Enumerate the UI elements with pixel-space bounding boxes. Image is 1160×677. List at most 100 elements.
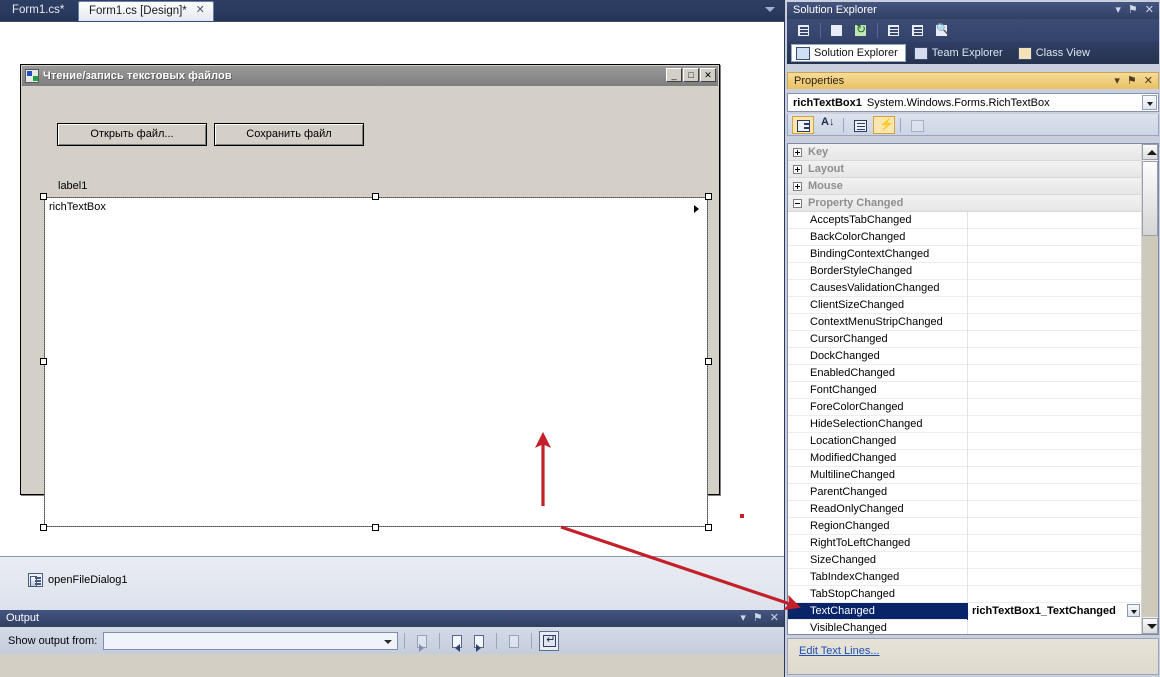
property-value[interactable] xyxy=(967,279,1141,297)
form-designer-surface[interactable]: Чтение/запись текстовых файлов _ □ ✕ Отк… xyxy=(0,21,784,556)
expand-icon[interactable] xyxy=(793,147,802,157)
resize-handle-nw[interactable] xyxy=(40,193,47,200)
resize-handle-ne[interactable] xyxy=(705,193,712,200)
properties-object-selector[interactable]: richTextBox1 System.Windows.Forms.RichTe… xyxy=(787,93,1159,112)
find-message-in-code-icon[interactable] xyxy=(412,631,432,652)
go-to-next-message-icon[interactable] xyxy=(469,631,489,652)
property-value[interactable] xyxy=(967,483,1141,501)
form-client-area[interactable]: Открыть файл... Сохранить файл label1 ri… xyxy=(24,88,716,531)
component-tray[interactable]: openFileDialog1 xyxy=(0,556,784,610)
property-group-layout[interactable]: Layout xyxy=(788,161,1141,178)
property-value[interactable] xyxy=(967,398,1141,416)
tab-form1-cs[interactable]: Form1.cs* xyxy=(2,1,74,21)
property-row[interactable]: LocationChanged xyxy=(788,432,1141,450)
property-row[interactable]: EnabledChanged xyxy=(788,364,1141,382)
property-value[interactable] xyxy=(967,364,1141,382)
property-value[interactable] xyxy=(967,347,1141,365)
tab-form1-cs-design[interactable]: Form1.cs [Design]* ✕ xyxy=(78,1,214,21)
property-value[interactable] xyxy=(967,381,1141,399)
properties-grid-scrollbar[interactable] xyxy=(1141,144,1158,634)
richtextbox-control-selected[interactable]: richTextBox xyxy=(40,193,712,531)
property-value[interactable] xyxy=(967,296,1141,314)
events-view-button[interactable] xyxy=(873,115,895,134)
property-row[interactable]: HideSelectionChanged xyxy=(788,415,1141,433)
tab-class-view[interactable]: Class View xyxy=(1014,44,1097,62)
property-row[interactable]: TextChanged richTextBox1_TextChanged xyxy=(788,602,1141,620)
property-row[interactable]: ModifiedChanged xyxy=(788,449,1141,467)
resize-handle-w[interactable] xyxy=(40,358,47,365)
richtextbox-control[interactable]: richTextBox xyxy=(44,197,708,527)
property-value[interactable] xyxy=(967,432,1141,450)
properties-window-icon[interactable] xyxy=(793,21,815,40)
go-to-previous-message-icon[interactable] xyxy=(447,631,467,652)
pin-icon[interactable]: ⚑ xyxy=(1128,4,1138,17)
properties-grid[interactable]: Key Layout Mouse Property Changed AcceptsTab… xyxy=(787,143,1159,635)
chevron-down-icon[interactable]: ▾ xyxy=(1114,75,1120,88)
property-value[interactable] xyxy=(967,466,1141,484)
property-value[interactable] xyxy=(967,568,1141,586)
tray-item-openfiledialog1[interactable]: openFileDialog1 xyxy=(28,573,128,587)
designed-form[interactable]: Чтение/запись текстовых файлов _ □ ✕ Отк… xyxy=(20,64,720,531)
close-icon[interactable]: ✕ xyxy=(770,612,779,625)
property-value[interactable] xyxy=(967,534,1141,552)
property-row[interactable]: ClientSizeChanged xyxy=(788,296,1141,314)
view-code-icon[interactable] xyxy=(883,21,905,40)
show-output-from-select[interactable] xyxy=(103,631,399,650)
resize-handle-sw[interactable] xyxy=(40,524,47,531)
close-icon[interactable]: ✕ xyxy=(700,68,716,82)
property-row[interactable]: DockChanged xyxy=(788,347,1141,365)
open-file-button[interactable]: Открыть файл... xyxy=(57,123,207,146)
property-value[interactable] xyxy=(967,500,1141,518)
property-row[interactable]: SizeChanged xyxy=(788,551,1141,569)
label1-control[interactable]: label1 xyxy=(58,180,87,192)
resize-handle-se[interactable] xyxy=(705,524,712,531)
alphabetical-view-button[interactable] xyxy=(816,116,838,134)
property-row[interactable]: BorderStyleChanged xyxy=(788,262,1141,280)
properties-view-button[interactable] xyxy=(849,116,871,134)
property-value[interactable] xyxy=(967,245,1141,263)
tab-team-explorer[interactable]: Team Explorer xyxy=(910,44,1010,62)
chevron-down-icon[interactable] xyxy=(1127,603,1140,617)
close-icon[interactable]: ✕ xyxy=(1144,75,1153,88)
chevron-down-icon[interactable] xyxy=(1142,95,1157,110)
property-value[interactable]: richTextBox1_TextChanged xyxy=(967,602,1141,620)
scroll-down-icon[interactable] xyxy=(1142,618,1158,634)
close-icon[interactable]: ✕ xyxy=(195,5,206,16)
view-class-diagram-icon[interactable] xyxy=(931,21,953,40)
resize-handle-e[interactable] xyxy=(705,358,712,365)
property-row[interactable]: TabStopChanged xyxy=(788,585,1141,603)
property-row[interactable]: FontChanged xyxy=(788,381,1141,399)
property-group-key[interactable]: Key xyxy=(788,144,1141,161)
resize-handle-s[interactable] xyxy=(372,524,379,531)
resize-handle-n[interactable] xyxy=(372,193,379,200)
output-text-area[interactable] xyxy=(0,654,784,677)
property-value[interactable] xyxy=(967,551,1141,569)
property-row[interactable]: AcceptsTabChanged xyxy=(788,211,1141,229)
property-row[interactable]: CausesValidationChanged xyxy=(788,279,1141,297)
property-row[interactable]: MultilineChanged xyxy=(788,466,1141,484)
minimize-icon[interactable]: _ xyxy=(666,68,682,82)
collapse-icon[interactable] xyxy=(793,198,802,208)
tab-solution-explorer[interactable]: Solution Explorer xyxy=(791,44,906,62)
property-value[interactable] xyxy=(967,415,1141,433)
property-group-property-changed[interactable]: Property Changed xyxy=(788,195,1141,212)
view-designer-icon[interactable] xyxy=(907,21,929,40)
property-value[interactable] xyxy=(967,228,1141,246)
property-row[interactable]: BackColorChanged xyxy=(788,228,1141,246)
refresh-icon[interactable] xyxy=(850,21,872,40)
pin-icon[interactable]: ⚑ xyxy=(753,612,763,625)
show-all-files-icon[interactable] xyxy=(826,21,848,40)
maximize-icon[interactable]: □ xyxy=(683,68,699,82)
property-value[interactable] xyxy=(967,517,1141,535)
property-value[interactable] xyxy=(967,330,1141,348)
property-row[interactable]: BindingContextChanged xyxy=(788,245,1141,263)
toggle-word-wrap-icon[interactable] xyxy=(539,630,560,651)
property-group-mouse[interactable]: Mouse xyxy=(788,178,1141,195)
edit-text-lines-link[interactable]: Edit Text Lines... xyxy=(799,645,880,657)
close-icon[interactable]: ✕ xyxy=(1145,4,1154,17)
clear-all-icon[interactable] xyxy=(504,631,524,651)
property-pages-button[interactable] xyxy=(906,116,928,134)
property-row[interactable]: RightToLeftChanged xyxy=(788,534,1141,552)
pin-icon[interactable]: ⚑ xyxy=(1127,75,1137,88)
chevron-down-icon[interactable]: ▾ xyxy=(740,612,746,625)
